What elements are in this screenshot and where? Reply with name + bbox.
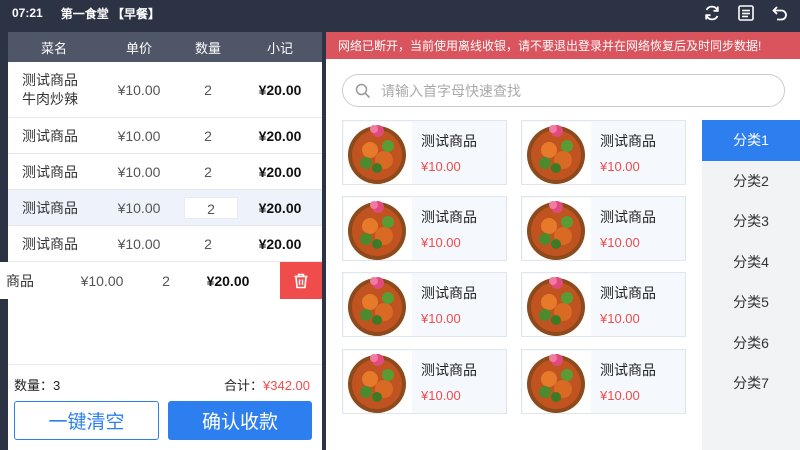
total-qty: 数量：3 <box>14 378 61 393</box>
category-sidebar: 分类1 分类2 分类3 分类4 分类5 分类6 分类7 <box>702 120 800 450</box>
item-subtotal: ¥20.00 <box>206 272 250 289</box>
product-card[interactable]: 测试商品 ¥10.00 <box>342 272 507 337</box>
product-image <box>344 198 412 260</box>
product-image <box>523 122 591 184</box>
item-price: ¥10.00 <box>117 199 161 216</box>
item-subtotal: ¥20.00 <box>258 127 302 144</box>
product-name: 测试商品 <box>600 209 656 225</box>
item-qty[interactable]: 2 <box>178 236 238 252</box>
product-image <box>523 351 591 413</box>
product-card[interactable]: 测试商品 ¥10.00 <box>342 196 507 261</box>
cart-row-swiped[interactable]: 商品 ¥10.00 2 ¥20.00 <box>0 262 322 299</box>
product-grid: 测试商品 ¥10.00 测试商品 ¥10.00 测试商品 ¥10.00 测试商品 ¥10.00… <box>342 120 692 450</box>
product-card[interactable]: 测试商品 ¥10.00 <box>342 349 507 414</box>
item-qty-input[interactable]: 2 <box>184 196 238 219</box>
item-name: 测试商品 <box>22 127 78 144</box>
product-image <box>344 122 412 184</box>
product-image <box>523 198 591 260</box>
product-name: 测试商品 <box>421 285 477 301</box>
product-card[interactable]: 测试商品 ¥10.00 <box>521 196 686 261</box>
search-placeholder: 请输入首字母快速查找 <box>381 82 521 99</box>
category-item[interactable]: 分类6 <box>702 323 800 364</box>
item-name: 测试商品 <box>22 235 78 252</box>
item-qty[interactable]: 2 <box>178 164 238 180</box>
store-title: 第一食堂 【早餐】 <box>60 6 161 21</box>
item-price: ¥10.00 <box>80 272 124 289</box>
category-item[interactable]: 分类1 <box>702 120 800 161</box>
item-name: 测试商品 牛肉炒辣 <box>22 71 78 107</box>
list-icon[interactable] <box>736 3 756 23</box>
item-qty[interactable]: 2 <box>178 82 238 98</box>
product-price: ¥10.00 <box>600 235 640 250</box>
category-item[interactable]: 分类3 <box>702 201 800 242</box>
category-item[interactable]: 分类5 <box>702 282 800 323</box>
search-field[interactable]: 请输入首字母快速查找 <box>342 74 785 107</box>
item-price: ¥10.00 <box>117 163 161 180</box>
header-price: 单价 <box>125 40 152 56</box>
product-price: ¥10.00 <box>600 388 640 403</box>
product-image <box>344 351 412 413</box>
product-card[interactable]: 测试商品 ¥10.00 <box>521 349 686 414</box>
item-name: 测试商品 <box>22 163 78 180</box>
item-name: 商品 <box>6 272 34 289</box>
cart-row[interactable]: 测试商品 牛肉炒辣 ¥10.00 2 ¥20.00 <box>8 62 322 118</box>
clock-time: 07:21 <box>12 6 43 20</box>
product-name: 测试商品 <box>600 133 656 149</box>
total-amount: ¥342.00 <box>263 378 310 393</box>
product-name: 测试商品 <box>600 285 656 301</box>
cart-row[interactable]: 测试商品 ¥10.00 2 ¥20.00 <box>8 226 322 262</box>
header-qty: 数量 <box>194 40 221 56</box>
offline-warning-banner: 网络已断开，当前使用离线收银，请不要退出登录并在网络恢复后及时同步数据! <box>326 32 800 59</box>
product-price: ¥10.00 <box>600 311 640 326</box>
product-name: 测试商品 <box>421 362 477 378</box>
item-subtotal: ¥20.00 <box>258 163 302 180</box>
confirm-payment-button[interactable]: 确认收款 <box>168 401 312 440</box>
product-card[interactable]: 测试商品 ¥10.00 <box>521 272 686 337</box>
product-price: ¥10.00 <box>421 159 461 174</box>
product-name: 测试商品 <box>421 209 477 225</box>
cart-footer: 数量：3 合计：¥342.00 一键清空 确认收款 <box>8 364 322 450</box>
item-price: ¥10.00 <box>117 127 161 144</box>
item-qty[interactable]: 2 <box>178 128 238 144</box>
product-price: ¥10.00 <box>600 159 640 174</box>
item-price: ¥10.00 <box>117 81 161 98</box>
category-item[interactable]: 分类7 <box>702 363 800 404</box>
header-name: 菜名 <box>40 40 67 56</box>
cart-header: 菜名 单价 数量 小记 <box>8 32 322 62</box>
category-item[interactable]: 分类2 <box>702 161 800 202</box>
item-subtotal: ¥20.00 <box>258 81 302 98</box>
back-icon[interactable] <box>770 3 790 23</box>
category-item[interactable]: 分类4 <box>702 242 800 283</box>
item-subtotal: ¥20.00 <box>258 199 302 216</box>
total-label: 合计： <box>223 378 263 393</box>
total-amount-wrap: 合计：¥342.00 <box>224 375 310 394</box>
cart-summary: 数量：3 合计：¥342.00 <box>14 375 314 394</box>
item-qty[interactable]: 2 <box>144 273 188 289</box>
item-subtotal: ¥20.00 <box>258 235 302 252</box>
product-area: 网络已断开，当前使用离线收银，请不要退出登录并在网络恢复后及时同步数据! 请输入… <box>326 32 800 450</box>
item-price: ¥10.00 <box>117 235 161 252</box>
product-price: ¥10.00 <box>421 311 461 326</box>
status-bar: 07:21 第一食堂 【早餐】 <box>0 0 800 26</box>
cart-row[interactable]: 测试商品 ¥10.00 2 ¥20.00 <box>8 154 322 190</box>
product-price: ¥10.00 <box>421 235 461 250</box>
product-image <box>523 274 591 336</box>
cart-panel: 菜名 单价 数量 小记 测试商品 牛肉炒辣 ¥10.00 2 ¥20.00 测试… <box>0 32 322 450</box>
trash-icon <box>294 273 308 288</box>
header-subtotal: 小记 <box>266 40 293 56</box>
product-image <box>344 274 412 336</box>
cart-row-selected[interactable]: 测试商品 ¥10.00 2 ¥20.00 <box>8 190 322 226</box>
product-card[interactable]: 测试商品 ¥10.00 <box>521 120 686 185</box>
clear-cart-button[interactable]: 一键清空 <box>14 401 159 440</box>
product-name: 测试商品 <box>421 133 477 149</box>
sync-icon[interactable] <box>702 3 722 23</box>
cart-row[interactable]: 测试商品 ¥10.00 2 ¥20.00 <box>8 118 322 154</box>
product-name: 测试商品 <box>600 362 656 378</box>
delete-button[interactable] <box>280 262 322 299</box>
product-card[interactable]: 测试商品 ¥10.00 <box>342 120 507 185</box>
item-name: 测试商品 <box>22 199 78 216</box>
search-icon <box>355 83 371 98</box>
product-price: ¥10.00 <box>421 388 461 403</box>
